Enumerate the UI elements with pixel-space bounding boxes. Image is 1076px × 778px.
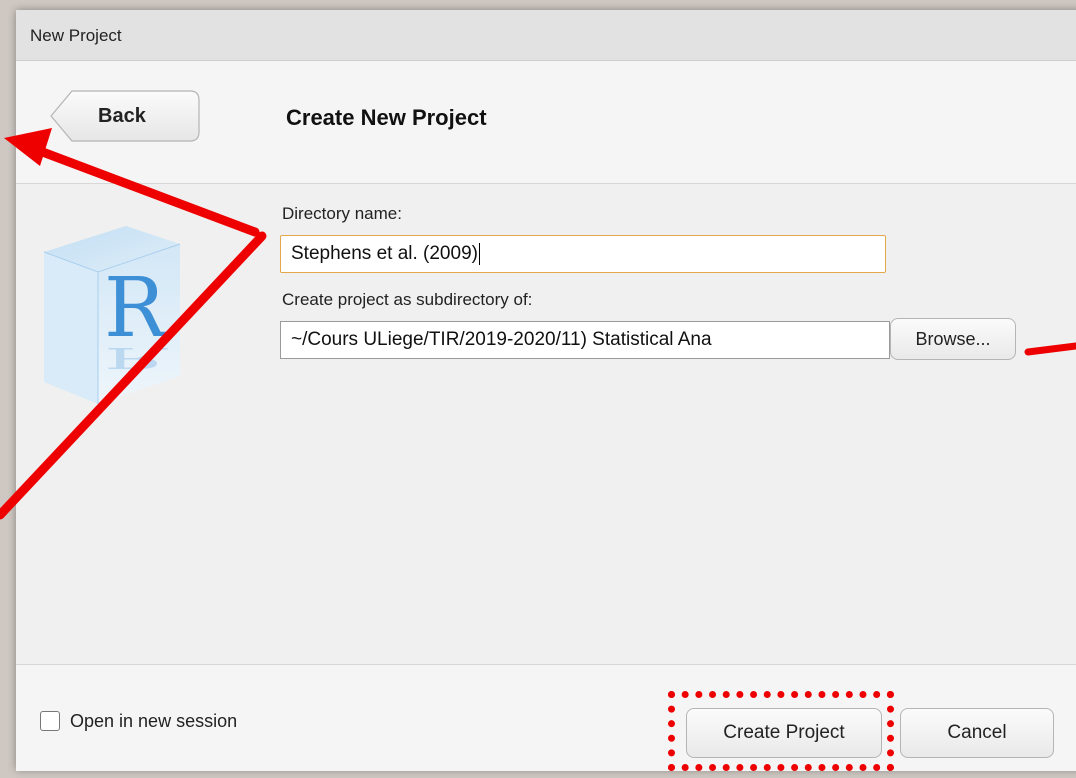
subdirectory-label: Create project as subdirectory of:: [282, 290, 533, 309]
cancel-button[interactable]: Cancel: [900, 708, 1054, 758]
subdirectory-value: ~/Cours ULiege/TIR/2019-2020/11) Statist…: [291, 329, 712, 350]
dialog-content: R R Directory name: Stephens et al. (200…: [16, 184, 1076, 664]
page-title: Create New Project: [286, 105, 487, 130]
back-button[interactable]: Back: [50, 90, 200, 142]
new-project-dialog: New Project Back Create New Project R R …: [16, 10, 1076, 771]
dialog-header: Back Create New Project: [16, 61, 1076, 184]
directory-name-label: Directory name:: [282, 204, 402, 223]
window-title: New Project: [30, 26, 122, 45]
dialog-footer: Open in new session Create Project Cance…: [16, 664, 1076, 771]
text-caret: [478, 242, 480, 265]
subdirectory-input[interactable]: ~/Cours ULiege/TIR/2019-2020/11) Statist…: [280, 321, 890, 359]
r-cube-logo-icon: R R: [43, 226, 181, 404]
create-project-button[interactable]: Create Project: [686, 708, 882, 758]
browse-button[interactable]: Browse...: [890, 318, 1016, 360]
open-in-new-session-checkbox[interactable]: [40, 711, 60, 731]
directory-name-value: Stephens et al. (2009): [291, 243, 478, 264]
title-bar: New Project: [16, 10, 1076, 61]
open-in-new-session-label: Open in new session: [70, 711, 238, 731]
svg-text:R: R: [104, 341, 168, 374]
back-button-label: Back: [98, 105, 146, 127]
directory-name-input[interactable]: Stephens et al. (2009): [280, 235, 886, 273]
